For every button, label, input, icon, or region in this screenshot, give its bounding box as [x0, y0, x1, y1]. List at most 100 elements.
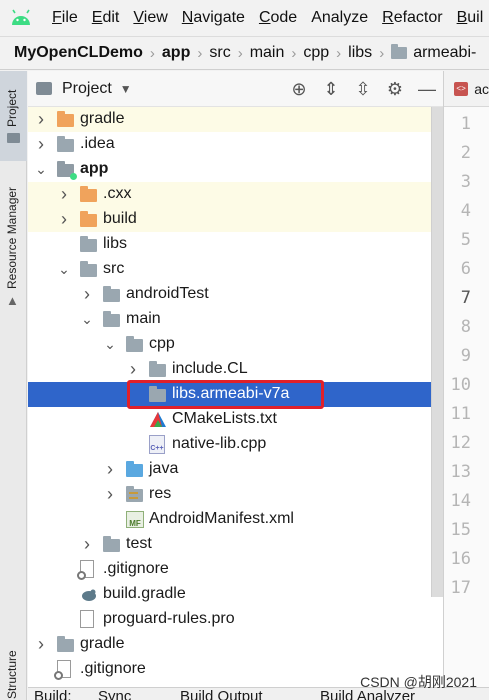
tree-row[interactable]: .gitignore [28, 557, 443, 582]
gear-icon[interactable]: ⚙ [379, 71, 411, 107]
menu-label: Analyze [311, 9, 369, 26]
editor-tab[interactable]: <> ac [444, 71, 489, 107]
chevron-right-icon[interactable]: › [81, 285, 93, 303]
resource-manager-label: Resource Manager [5, 186, 19, 289]
tree-item-label: CMakeLists.txt [172, 410, 277, 427]
chevron-right-icon[interactable]: › [35, 135, 47, 153]
tree-row[interactable]: › androidTest [28, 282, 443, 307]
line-number: 13 [450, 462, 471, 482]
tree-row[interactable]: ⌄ app [28, 157, 443, 182]
line-number: 3 [460, 172, 471, 192]
tree-row[interactable]: ⌄ cpp [28, 332, 443, 357]
line-number: 5 [460, 230, 471, 250]
tree-row[interactable]: MF AndroidManifest.xml [28, 507, 443, 532]
android-logo-icon [10, 9, 32, 27]
structure-tool-tab[interactable]: Structure [0, 641, 27, 700]
menu-label: iew [143, 9, 168, 26]
bottom-tab[interactable]: Build: [34, 688, 72, 700]
chevron-right-icon[interactable]: › [35, 635, 47, 653]
chevron-right-icon[interactable]: › [127, 360, 139, 378]
tree-row[interactable]: CMakeLists.txt [28, 407, 443, 432]
tree-row[interactable]: C++ native-lib.cpp [28, 432, 443, 457]
tree-item-label: .gitignore [103, 560, 169, 577]
tree-row[interactable]: › build [28, 207, 443, 232]
tree-row[interactable]: › gradle [28, 632, 443, 657]
folder-icon [103, 311, 120, 327]
chevron-right-icon[interactable]: › [35, 110, 47, 128]
chevron-down-icon[interactable]: ⌄ [35, 162, 47, 176]
chevron-down-icon[interactable]: ⌄ [104, 337, 116, 351]
breadcrumb-item[interactable]: armeabi- [391, 44, 476, 62]
tree-scrollbar[interactable] [431, 107, 443, 597]
tree-row[interactable]: › .idea [28, 132, 443, 157]
target-icon[interactable]: ⊕ [283, 71, 315, 107]
module-folder-icon [57, 161, 77, 180]
tree-row[interactable]: build.gradle [28, 582, 443, 607]
menu-item[interactable]: Navigate [182, 9, 245, 27]
breadcrumb-item[interactable]: main [250, 44, 285, 62]
project-panel-title: Project [62, 79, 112, 97]
breadcrumb-label: src [209, 44, 231, 61]
tree-row[interactable]: › test [28, 532, 443, 557]
breadcrumb-item[interactable]: src [209, 44, 230, 62]
breadcrumb-separator-icon: › [336, 44, 342, 62]
folder-icon [126, 336, 143, 352]
menu-mnemonic: F [52, 9, 62, 26]
breadcrumb-item[interactable]: MyOpenCLDemo [14, 44, 143, 62]
tree-item-label: java [149, 460, 179, 477]
chevron-down-icon[interactable]: ⌄ [81, 312, 93, 326]
menu-item[interactable]: Refactor [382, 9, 442, 27]
bottom-tab[interactable]: Build Output [180, 688, 263, 700]
tree-item-label: .cxx [103, 185, 132, 202]
menu-mnemonic: R [382, 9, 394, 26]
tree-row[interactable]: libs.armeabi-v7a [28, 380, 443, 409]
chevron-right-icon[interactable]: › [104, 485, 116, 503]
breadcrumb-item[interactable]: app [162, 44, 190, 62]
collapse-all-icon[interactable]: ⇳ [347, 71, 379, 107]
breadcrumb-separator-icon: › [379, 44, 385, 62]
project-tool-tab[interactable]: Project [0, 71, 27, 161]
menu-item[interactable]: File [52, 9, 78, 27]
folder-icon [149, 361, 166, 377]
breadcrumb-label: main [249, 44, 285, 61]
folder-icon [80, 236, 97, 252]
menu-item[interactable]: View [133, 9, 167, 27]
breadcrumb-item[interactable]: cpp [303, 44, 329, 62]
menu-item[interactable]: Buil [457, 9, 484, 27]
tree-row[interactable]: › java [28, 457, 443, 482]
menu-item[interactable]: Code [259, 9, 297, 27]
chevron-right-icon[interactable]: › [58, 210, 70, 228]
tree-row[interactable]: › .cxx [28, 182, 443, 207]
tree-row[interactable]: proguard-rules.pro [28, 607, 443, 632]
project-folder-icon [36, 82, 52, 95]
chevron-right-icon[interactable]: › [58, 185, 70, 203]
chevron-down-icon: ▼ [119, 81, 132, 96]
chevron-right-icon[interactable]: › [104, 460, 116, 478]
breadcrumb-separator-icon: › [149, 44, 155, 62]
editor-tab-label: ac [474, 80, 489, 97]
tree-row[interactable]: ⌄ main [28, 307, 443, 332]
chevron-right-icon[interactable]: › [81, 535, 93, 553]
tree-row[interactable]: › gradle [28, 107, 443, 132]
bottom-tab[interactable]: Sync [98, 688, 131, 700]
project-view-selector[interactable]: Project ▼ [36, 80, 132, 98]
tree-row[interactable]: libs [28, 232, 443, 257]
breadcrumb: MyOpenCLDemo › app › src › main › cpp › libs › armea… [0, 36, 489, 70]
chevron-down-icon[interactable]: ⌄ [58, 262, 70, 276]
tree-item-label: gradle [80, 635, 125, 652]
tree-row[interactable]: ⌄ src [28, 257, 443, 282]
breadcrumb-item[interactable]: libs [348, 44, 372, 62]
tree-row[interactable]: › include.CL [28, 357, 443, 382]
line-number: 1 [460, 114, 471, 134]
tree-item-label: .gitignore [80, 660, 146, 677]
tree-item-label: test [126, 535, 152, 552]
tree-row[interactable]: › res [28, 482, 443, 507]
folder-icon [103, 286, 120, 302]
expand-all-icon[interactable]: ⇕ [315, 71, 347, 107]
line-number: 7 [460, 288, 471, 308]
line-number: 15 [450, 520, 471, 540]
menu-item[interactable]: Analyze [311, 9, 368, 27]
resource-manager-tool-tab[interactable]: Resource Manager ▲ [0, 167, 27, 317]
minimize-icon[interactable]: — [411, 71, 443, 107]
menu-item[interactable]: Edit [92, 9, 120, 27]
